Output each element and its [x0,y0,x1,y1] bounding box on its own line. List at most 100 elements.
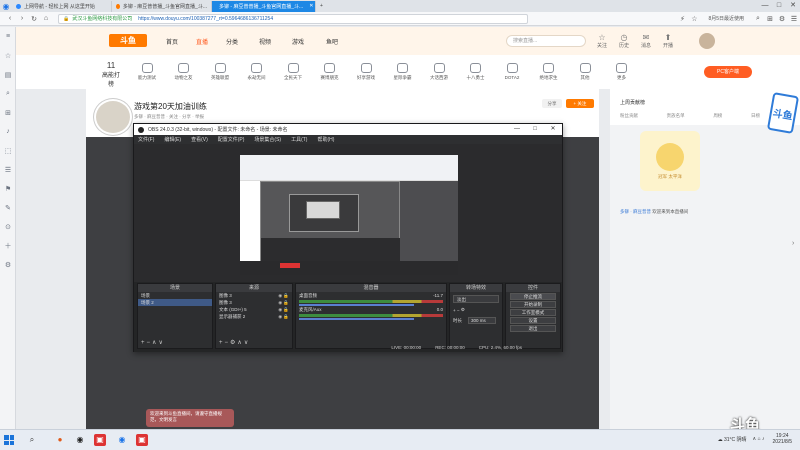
menu-icon[interactable]: ☰ [788,15,800,23]
sidebar-icon[interactable]: ☰ [0,160,16,179]
category-item[interactable]: 英雄联盟 [204,63,236,81]
category-item[interactable]: 动物之友 [168,63,200,81]
sidebar-icon[interactable]: ⚑ [0,179,16,198]
duration-input[interactable]: 300 ms [468,317,496,324]
category-item[interactable]: 星际争霸 [387,63,419,81]
back-icon[interactable]: ‹ [4,15,16,22]
exit-button[interactable]: 退出 [510,325,556,332]
app-taskbar-icon-2[interactable]: ▣ [136,434,148,446]
rank-tab[interactable]: 日榜 [751,113,760,119]
douyu-logo[interactable]: 斗鱼 [109,34,147,47]
category-item[interactable]: 能力测试 [131,63,163,81]
welcome-user[interactable]: 多铆 · 麻豆普普 [620,209,651,214]
eye-lock-icon[interactable]: ◉ 🔒 [278,299,289,306]
category-item[interactable]: 永劫无间 [241,63,273,81]
close-tab-icon[interactable]: ✕ [309,3,313,9]
sidebar-icon[interactable]: ⬚ [0,141,16,160]
source-item[interactable]: 文本 (GDI+) 5 ◉ 🔒 [216,306,292,313]
sidebar-icon[interactable]: ✎ [0,198,16,217]
clock[interactable]: 19:24 2021/8/5 [773,433,792,445]
nav-category[interactable]: 分类 [226,37,238,46]
lightning-icon[interactable]: ⚡ [676,15,688,23]
category-item[interactable]: 赛博朋克 [314,63,346,81]
collapse-arrow-icon[interactable]: › [792,240,798,252]
close-window-button[interactable]: ✕ [786,0,800,12]
obs-taskbar-icon[interactable]: ◉ [74,434,86,446]
obs-minimize-button[interactable]: — [508,124,526,135]
category-item[interactable]: 大话西游 [423,63,455,81]
category-item[interactable]: 全民天下 [277,63,309,81]
sidebar-icon[interactable]: ▤ [0,65,16,84]
rank-tab[interactable]: 周榜 [713,113,722,119]
remove-icon[interactable]: − [457,308,460,313]
sidebar-icon[interactable]: ♪ [0,122,16,141]
extension-icon[interactable]: ⚙ [776,15,788,23]
refresh-icon[interactable]: ↻ [28,15,40,23]
stop-stream-button[interactable]: 停止推流 [510,293,556,300]
maximize-button[interactable]: □ [772,0,786,12]
eye-lock-icon[interactable]: ◉ 🔒 [278,292,289,299]
grid-icon[interactable]: ⊞ [764,15,776,23]
header-follow-icon[interactable]: ☆ 关注 [592,33,612,49]
new-tab-button[interactable]: + [316,1,327,12]
source-item[interactable]: 图像 3 ◉ 🔒 [216,299,292,306]
start-button[interactable] [4,435,14,445]
category-item[interactable]: 十八勇士 [460,63,492,81]
obs-menu-scene-collection[interactable]: 场景集合(S) [254,136,281,143]
source-item[interactable]: 图像 3 ◉ 🔒 [216,292,292,299]
browser-tab[interactable]: 上网导航 - 轻松上网 从这里开始 [12,0,112,12]
category-item[interactable]: DOTA2 [496,63,528,80]
browser-tab[interactable]: 多铆 - 麻豆普普播_斗鱼官网直播_斗... [112,0,212,12]
header-broadcast-icon[interactable]: ⬆ 开播 [658,33,678,49]
firefox-icon[interactable]: ● [54,434,66,446]
obs-preview[interactable] [240,155,458,275]
eye-lock-icon[interactable]: ◉ 🔒 [278,313,289,320]
add-icon[interactable]: + [453,308,456,313]
browser-logo-icon[interactable]: ◉ [0,0,12,12]
streamer-avatar[interactable] [94,99,132,135]
home-icon[interactable]: ⌂ [40,15,52,22]
header-history-icon[interactable]: ◷ 历史 [614,33,634,49]
browser-taskbar-icon[interactable]: ◉ [116,434,128,446]
share-button[interactable]: 分享 [542,99,562,108]
rank-tab[interactable]: 贵族名单 [667,113,685,119]
minimize-button[interactable]: — [758,0,772,12]
sidebar-icon[interactable]: ≡ [0,27,16,46]
start-recording-button[interactable]: 开始录制 [510,301,556,308]
forward-icon[interactable]: › [16,15,28,22]
rank-tab[interactable]: 粉丝贡献 [620,113,638,119]
obs-menu-help[interactable]: 帮助(H) [317,136,334,143]
nav-video[interactable]: 视频 [259,37,271,46]
nav-games[interactable]: 游戏 [292,37,304,46]
search-icon[interactable]: ⌕ [26,434,38,446]
browser-tab-active[interactable]: 多铆 - 麻豆普普播_斗鱼官网直播_斗... ✕ [212,0,316,12]
header-message-icon[interactable]: ✉ 消息 [636,33,656,49]
eye-lock-icon[interactable]: ◉ 🔒 [278,306,289,313]
transition-select[interactable]: 淡出 [453,295,499,303]
source-item[interactable]: 显示器捕获 2 ◉ 🔒 [216,313,292,320]
sidebar-icon[interactable]: ☆ [0,46,16,65]
nav-yuba[interactable]: 鱼吧 [326,37,338,46]
category-item[interactable]: 好享游戏 [350,63,382,81]
pc-client-button[interactable]: PC客户端 [704,66,752,78]
user-avatar[interactable] [699,33,715,49]
settings-button[interactable]: 设置 [510,317,556,324]
search-input[interactable]: 搜索直播... [506,35,586,47]
app-taskbar-icon[interactable]: ▣ [94,434,106,446]
category-item[interactable]: 其他 [569,63,601,81]
sidebar-icon[interactable]: ⊙ [0,217,16,236]
obs-menu-view[interactable]: 查看(V) [191,136,208,143]
scene-item[interactable]: 场景 [138,292,212,299]
nav-live[interactable]: 直播 [196,37,208,46]
category-item[interactable]: 更多 [606,63,638,81]
volume-icon[interactable]: ♪ [762,436,765,442]
sidebar-icon[interactable]: ⌕ [0,84,16,103]
sidebar-icon[interactable]: ⚙ [0,255,16,274]
nav-home[interactable]: 首页 [166,37,178,46]
obs-menu-profile[interactable]: 配置文件(P) [218,136,245,143]
recent-label[interactable]: 8月5日最近使用 [708,15,744,22]
studio-mode-button[interactable]: 工作室模式 [510,309,556,316]
gear-icon[interactable]: ⚙ [461,307,465,313]
sidebar-icon[interactable]: ⊞ [0,103,16,122]
network-icon[interactable]: ⌂ [758,436,761,442]
